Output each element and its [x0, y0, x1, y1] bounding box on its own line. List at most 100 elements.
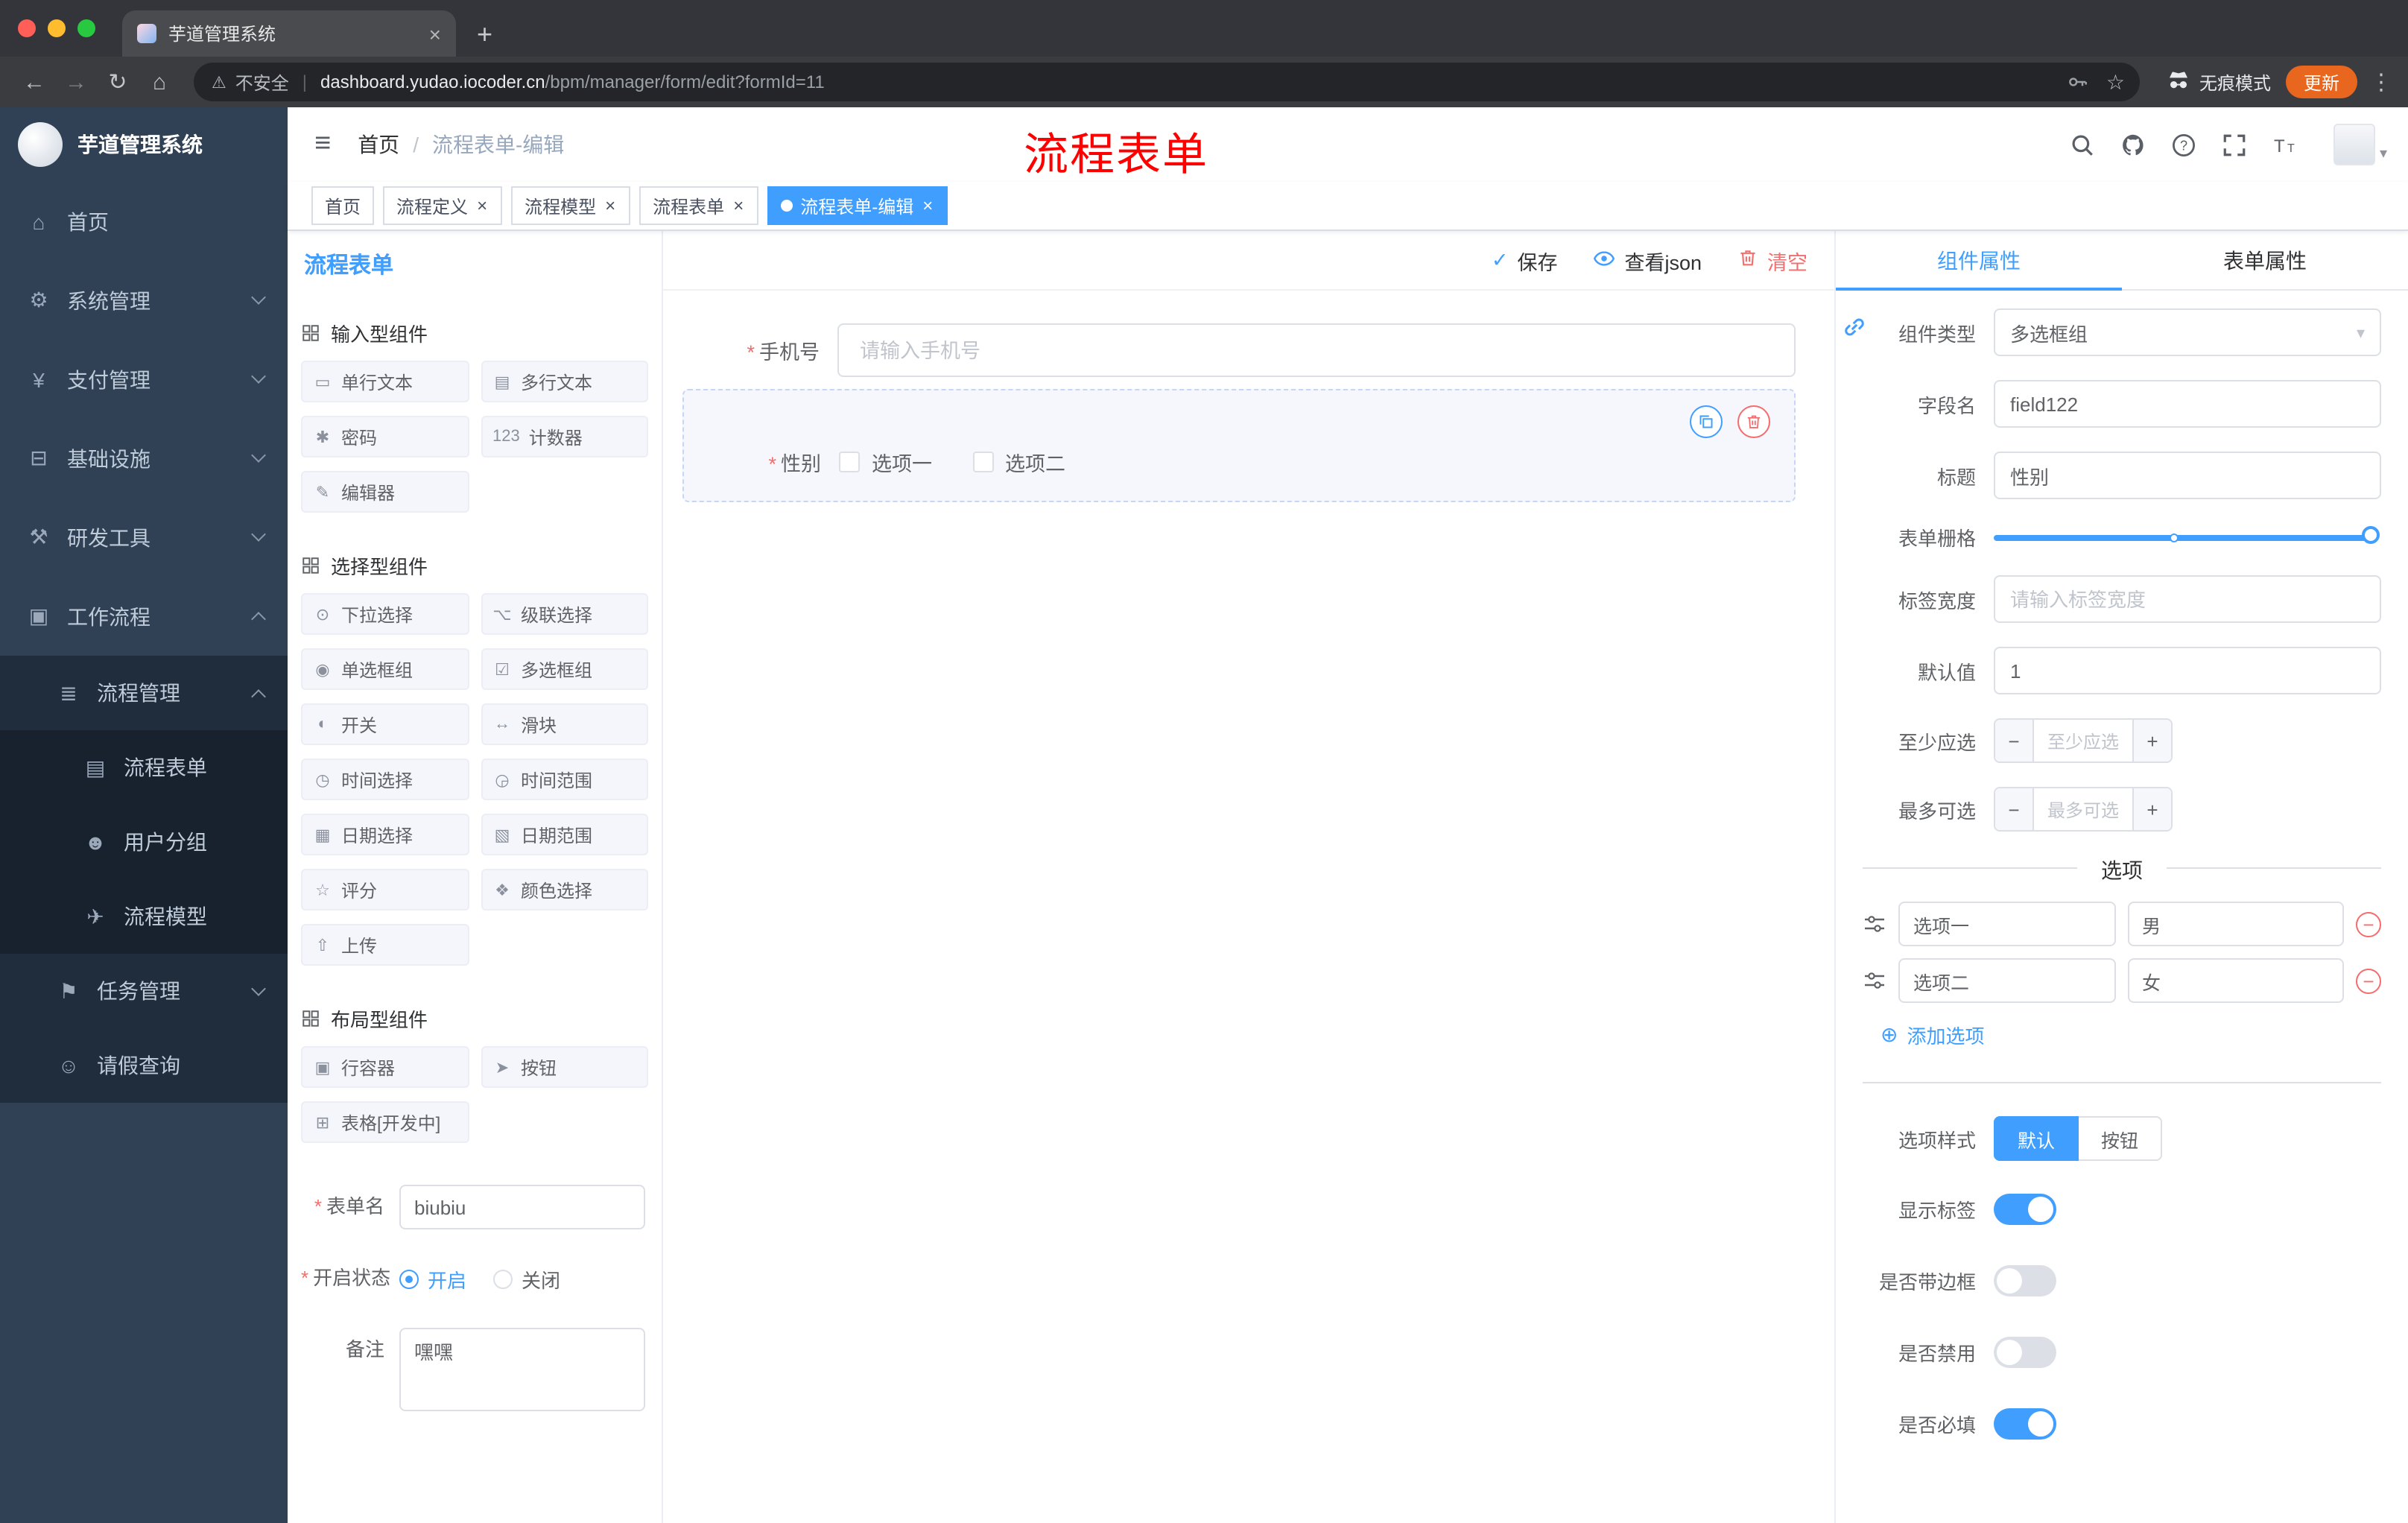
- gender-field-selected[interactable]: 性别 选项一 选项二: [682, 389, 1796, 502]
- component-type-select[interactable]: 多选框组 ▾: [1994, 308, 2381, 356]
- max-count-value[interactable]: 最多可选: [2034, 788, 2132, 830]
- palette-item[interactable]: ▧ 日期范围: [481, 814, 648, 855]
- view-json-button[interactable]: 查看json: [1593, 245, 1702, 275]
- browser-home-button[interactable]: ⌂: [140, 63, 179, 101]
- remove-option-icon[interactable]: −: [2356, 968, 2381, 993]
- copy-component-button[interactable]: [1690, 405, 1723, 438]
- forward-button[interactable]: →: [57, 63, 95, 101]
- sidebar-item-infrastructure[interactable]: ⊟ 基础设施: [0, 419, 288, 498]
- min-count-value[interactable]: 至少应选: [2034, 720, 2132, 762]
- status-off-radio[interactable]: 关闭: [493, 1264, 560, 1293]
- link-icon[interactable]: [1842, 314, 1867, 344]
- palette-item[interactable]: ▣ 行容器: [301, 1046, 469, 1088]
- palette-item[interactable]: ☑ 多选框组: [481, 648, 648, 690]
- search-icon[interactable]: [2070, 132, 2095, 157]
- new-tab-button[interactable]: +: [477, 21, 492, 48]
- delete-component-button[interactable]: [1737, 405, 1770, 438]
- browser-tab[interactable]: 芋道管理系统 ×: [122, 10, 456, 57]
- disabled-switch[interactable]: [1994, 1337, 2056, 1368]
- palette-item[interactable]: ☆ 评分: [301, 869, 469, 911]
- label-width-input[interactable]: [1994, 575, 2381, 623]
- palette-item[interactable]: ❖ 颜色选择: [481, 869, 648, 911]
- palette-item[interactable]: ▭ 单行文本: [301, 361, 469, 402]
- phone-field[interactable]: 手机号: [682, 323, 1796, 377]
- sidebar-item-system-management[interactable]: ⚙ 系统管理: [0, 261, 288, 340]
- tag-process-form-edit[interactable]: 流程表单-编辑 ×: [767, 186, 948, 225]
- default-value-input[interactable]: [1994, 647, 2381, 694]
- minus-button[interactable]: −: [1995, 788, 2034, 830]
- title-input[interactable]: [1994, 452, 2381, 499]
- sidebar-item-payment-management[interactable]: ¥ 支付管理: [0, 340, 288, 419]
- bordered-switch[interactable]: [1994, 1265, 2056, 1296]
- phone-input[interactable]: [837, 323, 1796, 377]
- slider-handle[interactable]: [2362, 525, 2380, 543]
- style-button-button[interactable]: 按钮: [2079, 1116, 2163, 1161]
- palette-item[interactable]: 123 计数器: [481, 416, 648, 457]
- palette-item[interactable]: ➤ 按钮: [481, 1046, 648, 1088]
- tab-form-props[interactable]: 表单属性: [2122, 231, 2408, 289]
- show-label-switch[interactable]: [1994, 1194, 2056, 1225]
- palette-item[interactable]: ⇧ 上传: [301, 924, 469, 966]
- sidebar-item-process-model[interactable]: ✈ 流程模型: [0, 879, 288, 954]
- close-icon[interactable]: ×: [603, 197, 617, 215]
- required-switch[interactable]: [1994, 1408, 2056, 1440]
- sidebar-item-leave-query[interactable]: ☺ 请假查询: [0, 1028, 288, 1103]
- sidebar-item-workflow[interactable]: ▣ 工作流程: [0, 577, 288, 656]
- drag-handle-icon[interactable]: [1863, 912, 1886, 936]
- back-button[interactable]: ←: [15, 63, 54, 101]
- style-default-button[interactable]: 默认: [1994, 1116, 2079, 1161]
- sidebar-item-dev-tools[interactable]: ⚒ 研发工具: [0, 498, 288, 577]
- palette-item[interactable]: ⌥ 级联选择: [481, 593, 648, 635]
- minus-button[interactable]: −: [1995, 720, 2034, 762]
- password-key-icon[interactable]: [2068, 72, 2088, 92]
- tag-process-form[interactable]: 流程表单 ×: [639, 186, 759, 225]
- tab-component-props[interactable]: 组件属性: [1836, 231, 2122, 291]
- sidebar-item-process-management[interactable]: ≣ 流程管理: [0, 656, 288, 730]
- palette-item[interactable]: ⊙ 下拉选择: [301, 593, 469, 635]
- minimize-window-button[interactable]: [48, 19, 66, 37]
- close-icon[interactable]: ×: [921, 197, 934, 215]
- option-1-value-input[interactable]: [2127, 902, 2344, 946]
- palette-item[interactable]: ◷ 时间选择: [301, 759, 469, 800]
- status-on-radio[interactable]: 开启: [399, 1264, 466, 1293]
- grid-slider[interactable]: [1994, 525, 2380, 543]
- fullscreen-icon[interactable]: [2222, 132, 2247, 157]
- clear-button[interactable]: 清空: [1737, 245, 1807, 275]
- tab-close-icon[interactable]: ×: [426, 22, 444, 45]
- palette-item[interactable]: ◶ 时间范围: [481, 759, 648, 800]
- plus-button[interactable]: +: [2132, 788, 2171, 830]
- update-button[interactable]: 更新: [2285, 66, 2357, 98]
- palette-item[interactable]: ↔ 滑块: [481, 703, 648, 745]
- palette-item[interactable]: ⊞ 表格[开发中]: [301, 1101, 469, 1143]
- browser-menu-icon[interactable]: ⋮: [2369, 69, 2393, 95]
- form-name-input[interactable]: [399, 1185, 645, 1229]
- help-icon[interactable]: ?: [2171, 132, 2196, 157]
- drag-handle-icon[interactable]: [1863, 969, 1886, 992]
- tag-process-model[interactable]: 流程模型 ×: [511, 186, 631, 225]
- palette-item[interactable]: ◐ 开关: [301, 703, 469, 745]
- palette-item[interactable]: ▤ 多行文本: [481, 361, 648, 402]
- option-2-name-input[interactable]: [1898, 958, 2115, 1003]
- add-option-button[interactable]: ⊕ 添加选项: [1881, 1021, 2381, 1049]
- bookmark-star-icon[interactable]: ☆: [2106, 69, 2125, 95]
- sidebar-item-home[interactable]: ⌂ 首页: [0, 182, 288, 261]
- sidebar-item-task-management[interactable]: ⚑ 任务管理: [0, 954, 288, 1028]
- maximize-window-button[interactable]: [77, 19, 95, 37]
- gender-option-2-checkbox[interactable]: 选项二: [972, 447, 1065, 477]
- palette-item[interactable]: ◉ 单选框组: [301, 648, 469, 690]
- option-1-name-input[interactable]: [1898, 902, 2115, 946]
- app-logo[interactable]: 芋道管理系统: [0, 107, 288, 182]
- gender-option-1-checkbox[interactable]: 选项一: [839, 447, 932, 477]
- sidebar-item-user-group[interactable]: ☻ 用户分组: [0, 805, 288, 879]
- security-warning-icon[interactable]: ⚠: [212, 72, 226, 92]
- breadcrumb-home[interactable]: 首页: [358, 130, 399, 159]
- github-icon[interactable]: [2120, 132, 2146, 157]
- option-2-value-input[interactable]: [2127, 958, 2344, 1003]
- plus-button[interactable]: +: [2132, 720, 2171, 762]
- close-icon[interactable]: ×: [732, 197, 745, 215]
- palette-item[interactable]: ▦ 日期选择: [301, 814, 469, 855]
- reload-button[interactable]: ↻: [98, 63, 137, 101]
- palette-item[interactable]: ✱ 密码: [301, 416, 469, 457]
- tag-home[interactable]: 首页: [311, 186, 375, 225]
- close-icon[interactable]: ×: [475, 197, 489, 215]
